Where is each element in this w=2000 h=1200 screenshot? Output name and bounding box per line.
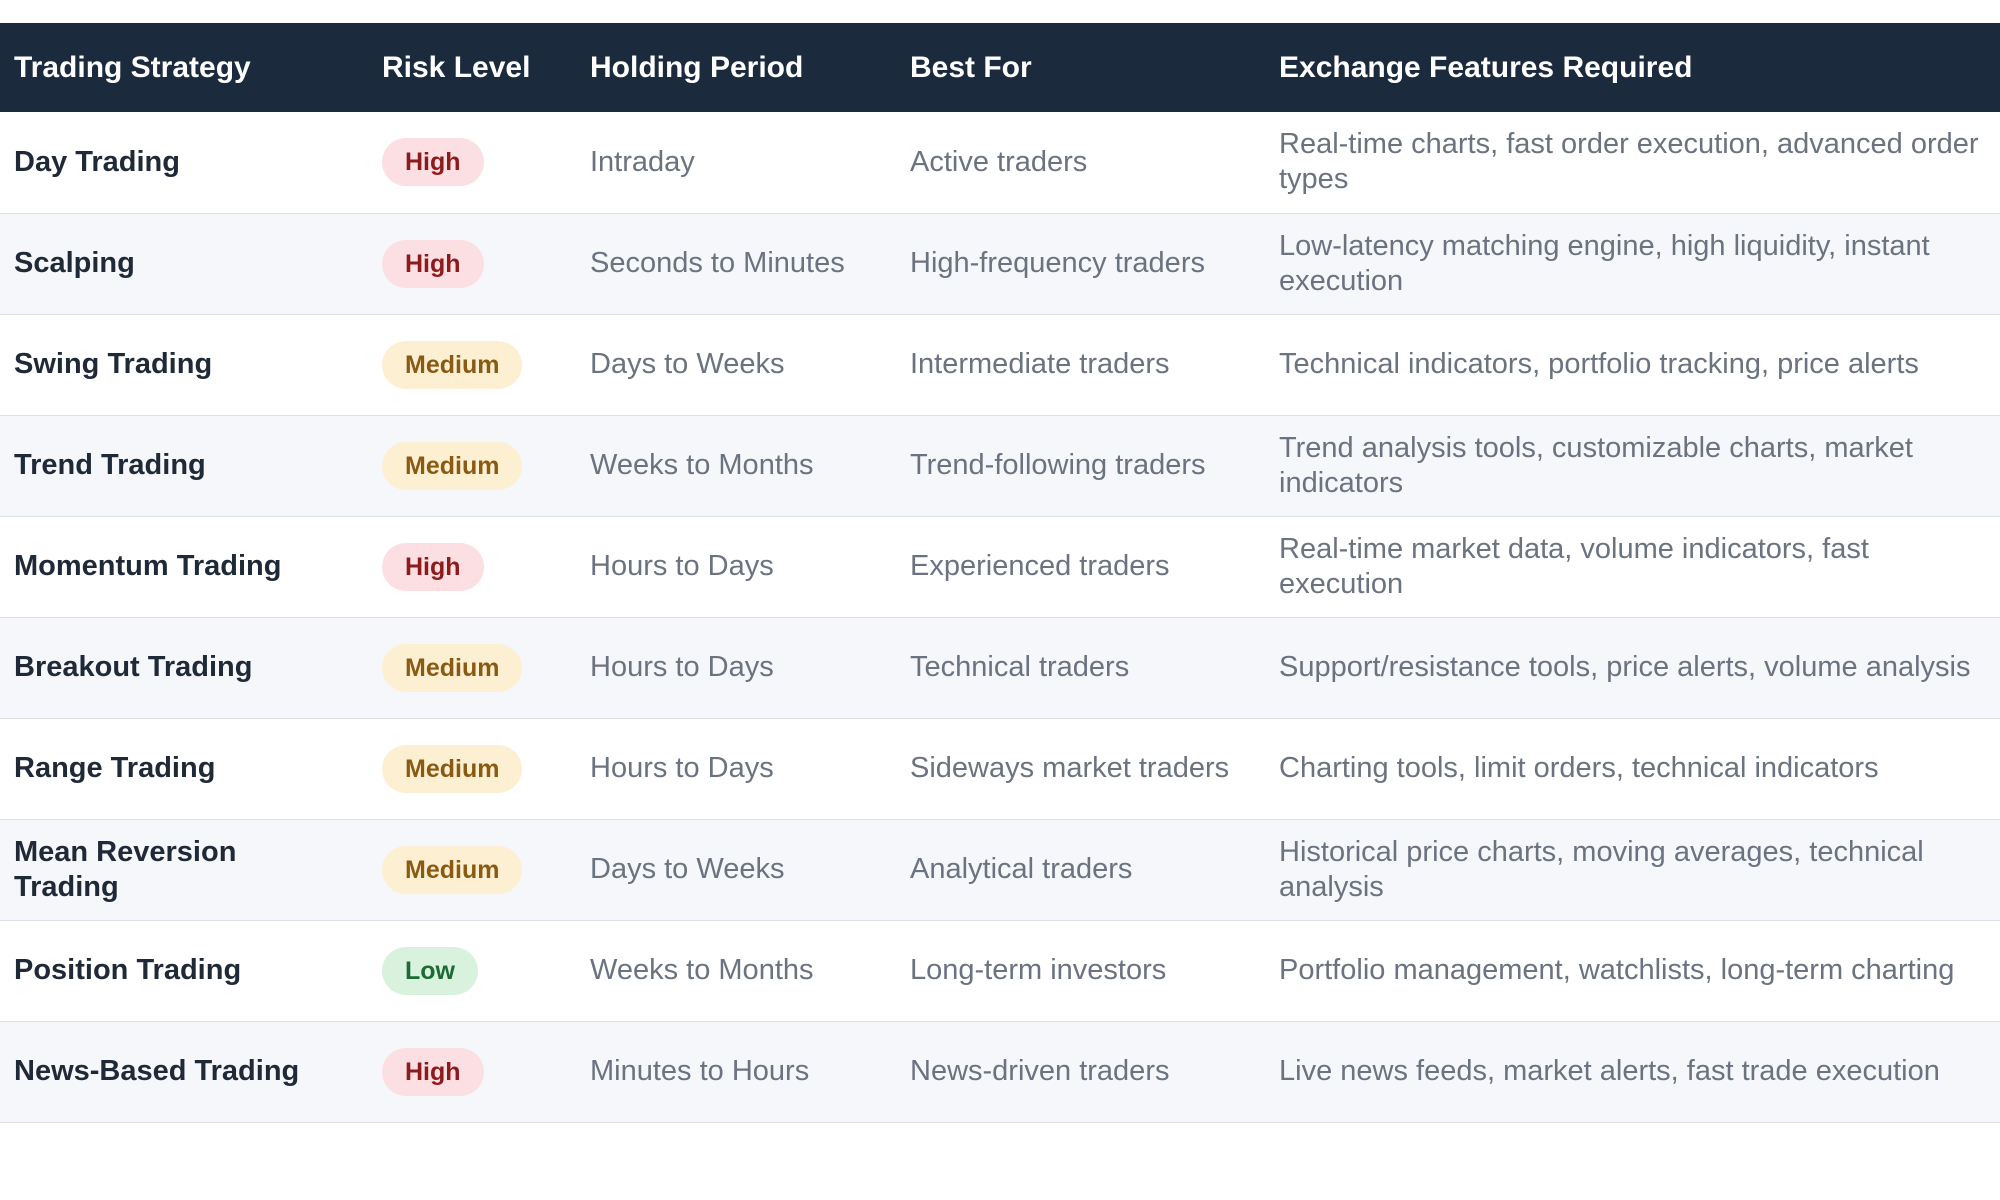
risk-badge: Medium	[382, 340, 523, 389]
holding-period-cell: Seconds to Minutes	[590, 247, 845, 279]
table-row: Position Trading Low Weeks to Months Long-t…	[0, 920, 2000, 1021]
strategy-name-cell: Trend Trading	[14, 449, 206, 481]
table-header: Trading Strategy Risk Level Holding Peri…	[0, 23, 2000, 112]
strategy-name-cell: Momentum Trading	[14, 550, 282, 582]
table-row: Day Trading High Intraday Active traders Rea…	[0, 112, 2000, 213]
strategy-table-container: Trading Strategy Risk Level Holding Peri…	[0, 23, 2000, 1123]
exchange-features-cell: Low-latency matching engine, high liquid…	[1279, 229, 1930, 297]
strategy-name-cell: Position Trading	[14, 954, 242, 986]
risk-level-cell: High	[368, 112, 576, 213]
strategy-name-cell: Mean Reversion Trading	[14, 835, 237, 903]
table-row: Swing Trading Medium Days to Weeks Intermed…	[0, 314, 2000, 415]
risk-badge: Medium	[382, 845, 523, 894]
header-risk-level: Risk Level	[382, 50, 531, 84]
risk-badge: High	[382, 1047, 484, 1096]
risk-level-cell: High	[368, 1021, 576, 1122]
exchange-features-cell: Portfolio management, watchlists, long-t…	[1279, 954, 1955, 986]
table-row: Mean Reversion Trading Medium Days to Week…	[0, 819, 2000, 920]
risk-badge: High	[382, 138, 484, 187]
strategy-name-cell: Breakout Trading	[14, 651, 253, 683]
risk-badge: Medium	[382, 441, 523, 490]
best-for-cell: Analytical traders	[910, 853, 1133, 885]
best-for-cell: Trend-following traders	[910, 449, 1206, 481]
strategy-name-cell: Swing Trading	[14, 348, 213, 380]
header-row: Trading Strategy Risk Level Holding Peri…	[0, 23, 2000, 112]
exchange-features-cell: Real-time market data, volume indicators…	[1279, 532, 1869, 600]
strategy-name-cell: Scalping	[14, 247, 135, 279]
holding-period-cell: Days to Weeks	[590, 853, 785, 885]
best-for-cell: Technical traders	[910, 651, 1130, 683]
risk-level-cell: Medium	[368, 819, 576, 920]
strategy-name-cell: Day Trading	[14, 145, 180, 178]
header-holding-period: Holding Period	[590, 50, 804, 84]
table-row: News-Based Trading High Minutes to Hours Ne…	[0, 1021, 2000, 1122]
holding-period-cell: Intraday	[590, 145, 695, 178]
best-for-cell: Intermediate traders	[910, 348, 1170, 380]
risk-level-cell: Medium	[368, 617, 576, 718]
best-for-cell: Experienced traders	[910, 550, 1170, 582]
risk-level-cell: Medium	[368, 415, 576, 516]
header-trading-strategy: Trading Strategy	[14, 50, 251, 84]
risk-level-cell: High	[368, 213, 576, 314]
risk-level-cell: Medium	[368, 718, 576, 819]
best-for-cell: High-frequency traders	[910, 247, 1205, 279]
exchange-features-cell: Technical indicators, portfolio tracking…	[1279, 348, 1919, 380]
risk-badge: High	[382, 542, 484, 591]
header-best-for: Best For	[910, 50, 1032, 84]
holding-period-cell: Minutes to Hours	[590, 1055, 810, 1087]
exchange-features-cell: Real-time charts, fast order execution, …	[1279, 128, 1979, 196]
holding-period-cell: Hours to Days	[590, 752, 774, 784]
exchange-features-cell: Support/resistance tools, price alerts, …	[1279, 651, 1971, 683]
table-row: Momentum Trading High Hours to Days Experie…	[0, 516, 2000, 617]
table-body: Day Trading High Intraday Active traders Rea…	[0, 112, 2000, 1122]
table-row: Scalping High Seconds to Minutes High-frequ…	[0, 213, 2000, 314]
best-for-cell: Long-term investors	[910, 954, 1167, 986]
holding-period-cell: Hours to Days	[590, 550, 774, 582]
header-exchange-features: Exchange Features Required	[1279, 50, 1693, 84]
exchange-features-cell: Historical price charts, moving averages…	[1279, 835, 1924, 903]
exchange-features-cell: Charting tools, limit orders, technical …	[1279, 752, 1879, 784]
holding-period-cell: Weeks to Months	[590, 449, 814, 481]
risk-level-cell: Medium	[368, 314, 576, 415]
strategy-name-cell: Range Trading	[14, 752, 216, 784]
exchange-features-cell: Live news feeds, market alerts, fast tra…	[1279, 1055, 1940, 1087]
best-for-cell: Sideways market traders	[910, 752, 1230, 784]
trading-strategy-table: Trading Strategy Risk Level Holding Peri…	[0, 23, 2000, 1123]
exchange-features-cell: Trend analysis tools, customizable chart…	[1279, 431, 1913, 499]
risk-badge: Medium	[382, 744, 523, 793]
table-row: Range Trading Medium Hours to Days Sideways…	[0, 718, 2000, 819]
holding-period-cell: Weeks to Months	[590, 954, 814, 986]
best-for-cell: News-driven traders	[910, 1055, 1170, 1087]
risk-level-cell: Low	[368, 920, 576, 1021]
table-row: Trend Trading Medium Weeks to Months Trend-…	[0, 415, 2000, 516]
risk-badge: High	[382, 239, 484, 288]
table-row: Breakout Trading Medium Hours to Days Techn…	[0, 617, 2000, 718]
strategy-name-cell: News-Based Trading	[14, 1055, 300, 1087]
holding-period-cell: Days to Weeks	[590, 348, 785, 380]
risk-badge: Medium	[382, 643, 523, 692]
risk-badge: Low	[382, 946, 478, 995]
holding-period-cell: Hours to Days	[590, 651, 774, 683]
best-for-cell: Active traders	[910, 145, 1088, 178]
risk-level-cell: High	[368, 516, 576, 617]
